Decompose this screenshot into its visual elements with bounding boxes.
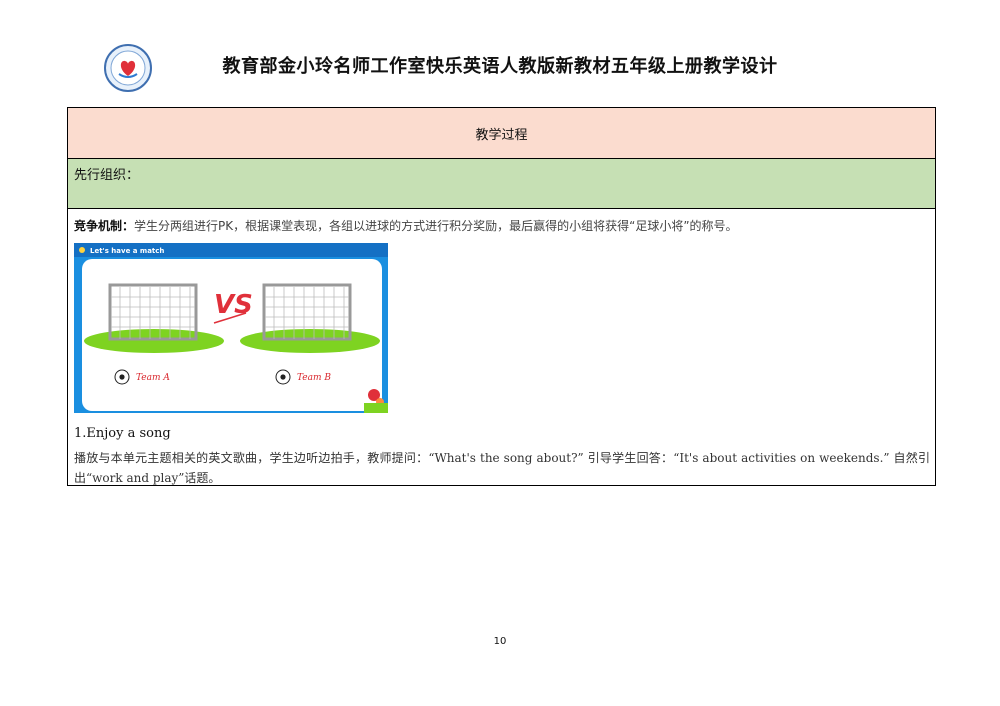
document-title: 教育部金小玲名师工作室快乐英语人教版新教材五年级上册教学设计 — [222, 56, 778, 77]
song-paragraph: 播放与本单元主题相关的英文歌曲，学生边听边拍手，教师提问：“What's the… — [74, 451, 930, 485]
competition-rule: 竞争机制：学生分两组进行PK，根据课堂表现，各组以进球的方式进行积分奖励，最后赢… — [74, 217, 738, 234]
match-slide-image: Let's have a match VS Team A Team B — [74, 243, 388, 413]
lesson-table: 教学过程 先行组织： 竞争机制：学生分两组进行PK，根据课堂表现，各组以进球的方… — [67, 107, 936, 486]
page-number: 10 — [493, 636, 507, 647]
rule-text: 学生分两组进行PK，根据课堂表现，各组以进球的方式进行积分奖励，最后赢得的小组将… — [134, 219, 738, 233]
section-title: 1.Enjoy a song — [74, 426, 171, 441]
page-header: 教育部金小玲名师工作室快乐英语人教版新教材五年级上册教学设计 — [0, 0, 1000, 100]
slide-title: Let's have a match — [90, 247, 164, 255]
rule-label: 竞争机制： — [74, 219, 135, 233]
organizer-label: 先行组织： — [74, 168, 140, 183]
organizer-row: 先行组织： — [68, 159, 935, 209]
football-icon — [114, 369, 130, 385]
table-header-label: 教学过程 — [475, 127, 528, 143]
table-header: 教学过程 — [68, 108, 935, 159]
versus-mark: VS — [214, 290, 253, 320]
team-b-label: Team B — [297, 373, 331, 383]
team-a-label: Team A — [136, 373, 170, 383]
content-row: 竞争机制：学生分两组进行PK，根据课堂表现，各组以进球的方式进行积分奖励，最后赢… — [68, 209, 935, 485]
football-icon — [275, 369, 291, 385]
